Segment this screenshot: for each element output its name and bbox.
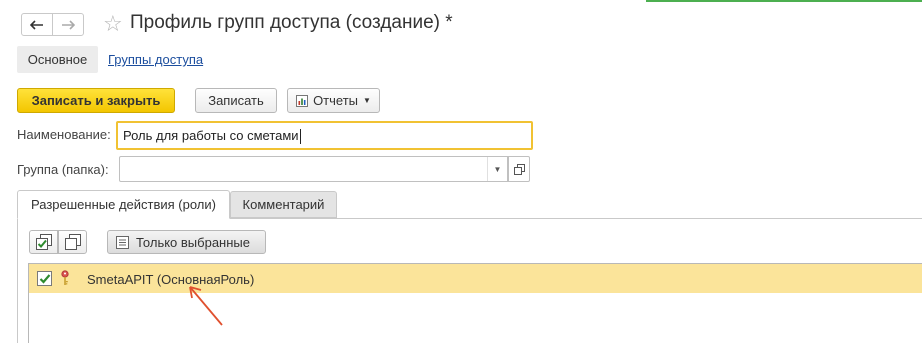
save-button[interactable]: Записать xyxy=(195,88,277,113)
section-access-groups-link[interactable]: Группы доступа xyxy=(108,52,203,67)
checkmark-icon xyxy=(39,273,50,284)
name-label: Наименование: xyxy=(17,127,111,142)
text-cursor xyxy=(299,129,301,145)
group-open-button[interactable] xyxy=(508,156,530,182)
arrow-left-icon xyxy=(30,19,43,30)
back-button[interactable] xyxy=(21,13,53,36)
chevron-down-icon: ▼ xyxy=(363,96,371,105)
only-selected-label: Только выбранные xyxy=(136,234,250,250)
group-input[interactable] xyxy=(119,156,508,182)
role-label: SmetaAPIT (ОсновнаяРоль) xyxy=(87,272,255,287)
only-selected-toggle[interactable]: Только выбранные xyxy=(107,230,266,254)
window-accent-line xyxy=(646,0,922,2)
section-main[interactable]: Основное xyxy=(17,46,98,73)
forward-button[interactable] xyxy=(52,13,84,36)
save-and-close-button[interactable]: Записать и закрыть xyxy=(17,88,175,113)
key-icon xyxy=(61,270,69,285)
name-input-value: Роль для работы со сметами xyxy=(123,128,299,143)
uncheck-all-button[interactable] xyxy=(58,230,87,254)
page-title: Профиль групп доступа (создание) * xyxy=(130,12,453,33)
group-dropdown-button[interactable]: ▼ xyxy=(487,157,507,181)
reports-label: Отчеты xyxy=(313,93,358,108)
report-icon xyxy=(296,94,309,107)
role-checkbox[interactable] xyxy=(37,271,52,286)
tab-allowed-actions[interactable]: Разрешенные действия (роли) xyxy=(17,190,230,219)
uncheck-all-icon xyxy=(64,234,81,250)
name-input[interactable]: Роль для работы со сметами xyxy=(116,121,533,150)
dropdown-arrow-icon: ▼ xyxy=(493,164,502,174)
check-all-button[interactable] xyxy=(29,230,58,254)
reports-button[interactable]: Отчеты ▼ xyxy=(287,88,380,113)
tab-comment[interactable]: Комментарий xyxy=(230,191,337,218)
group-label: Группа (папка): xyxy=(17,162,109,177)
check-all-icon xyxy=(35,234,52,250)
annotation-arrow-icon xyxy=(189,286,223,326)
open-form-icon xyxy=(513,163,525,175)
arrow-right-icon xyxy=(62,19,75,30)
favorite-star-icon[interactable]: ☆ xyxy=(103,11,123,37)
list-filter-icon xyxy=(116,235,129,249)
